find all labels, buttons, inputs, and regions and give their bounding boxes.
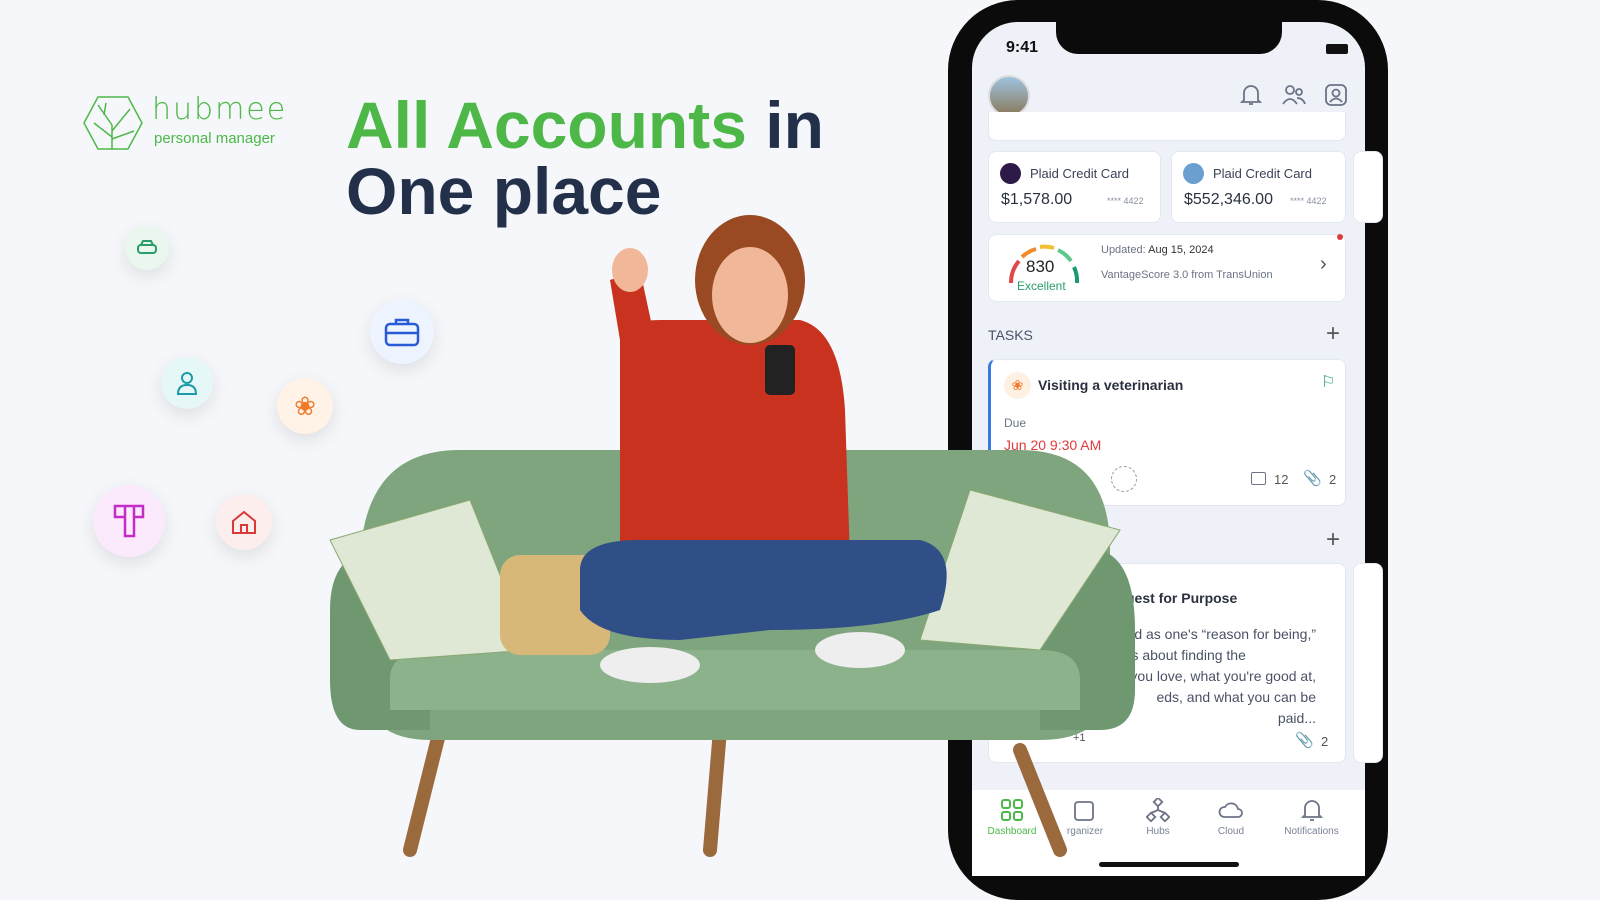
brand-tagline: personal manager (154, 130, 275, 147)
alert-dot (1337, 234, 1343, 240)
contact-icon[interactable] (1324, 83, 1348, 107)
nav-cloud[interactable]: Cloud (1191, 798, 1271, 837)
attachment-count: 2 (1321, 734, 1329, 749)
account-balance: $552,346.00 (1184, 191, 1273, 208)
account-name: Plaid Credit Card (1213, 166, 1312, 181)
sofa-woman-illustration (329, 215, 1135, 857)
add-task-button[interactable]: + (1326, 320, 1340, 348)
updated-date: Aug 15, 2024 (1148, 244, 1214, 256)
attachment-icon[interactable]: 📎 (1303, 469, 1322, 487)
battery-icon (1326, 44, 1348, 54)
bell-icon[interactable] (1240, 83, 1262, 107)
account-card[interactable]: Plaid Credit Card $552,346.00 **** 4422 (1171, 151, 1346, 223)
home-icon (216, 494, 272, 550)
nav-label: Notifications (1284, 826, 1339, 837)
headline: All Accounts in One place (346, 92, 824, 224)
brand-name: hubmee (152, 92, 288, 127)
bell-icon (1300, 800, 1323, 821)
headline-highlight: All Accounts (346, 88, 747, 162)
attachment-icon[interactable]: 📎 (1295, 731, 1314, 749)
bank-logo-icon (1183, 163, 1204, 184)
chevron-right-icon: › (1320, 253, 1327, 275)
comment-count: 12 (1274, 472, 1289, 487)
car-icon (125, 226, 169, 270)
comment-icon[interactable] (1251, 472, 1266, 485)
nav-label: Cloud (1217, 826, 1245, 837)
partial-account-card (1353, 151, 1383, 223)
nav-notifications[interactable]: Notifications (1264, 798, 1359, 837)
partial-card (988, 112, 1346, 141)
avatar[interactable] (988, 75, 1030, 117)
partial-note-card (1353, 563, 1383, 763)
status-time: 9:41 (1006, 39, 1039, 56)
flag-icon[interactable]: ⚐ (1321, 372, 1335, 392)
headline-rest: in (765, 88, 824, 162)
account-balance: $1,578.00 (1001, 191, 1073, 208)
attachment-count: 2 (1329, 472, 1337, 487)
account-mask: **** 4422 (1290, 196, 1327, 206)
phone-notch (1056, 18, 1282, 54)
user-icon (161, 357, 213, 409)
hubmee-tile-icon (93, 485, 165, 557)
account-name: Plaid Credit Card (1030, 166, 1129, 181)
hubmee-logo-icon (83, 96, 143, 150)
cloud-icon (1218, 802, 1243, 818)
account-mask: **** 4422 (1107, 196, 1144, 206)
people-icon[interactable] (1282, 83, 1306, 107)
add-note-button[interactable]: + (1326, 526, 1340, 554)
bank-logo-icon (1000, 163, 1021, 184)
